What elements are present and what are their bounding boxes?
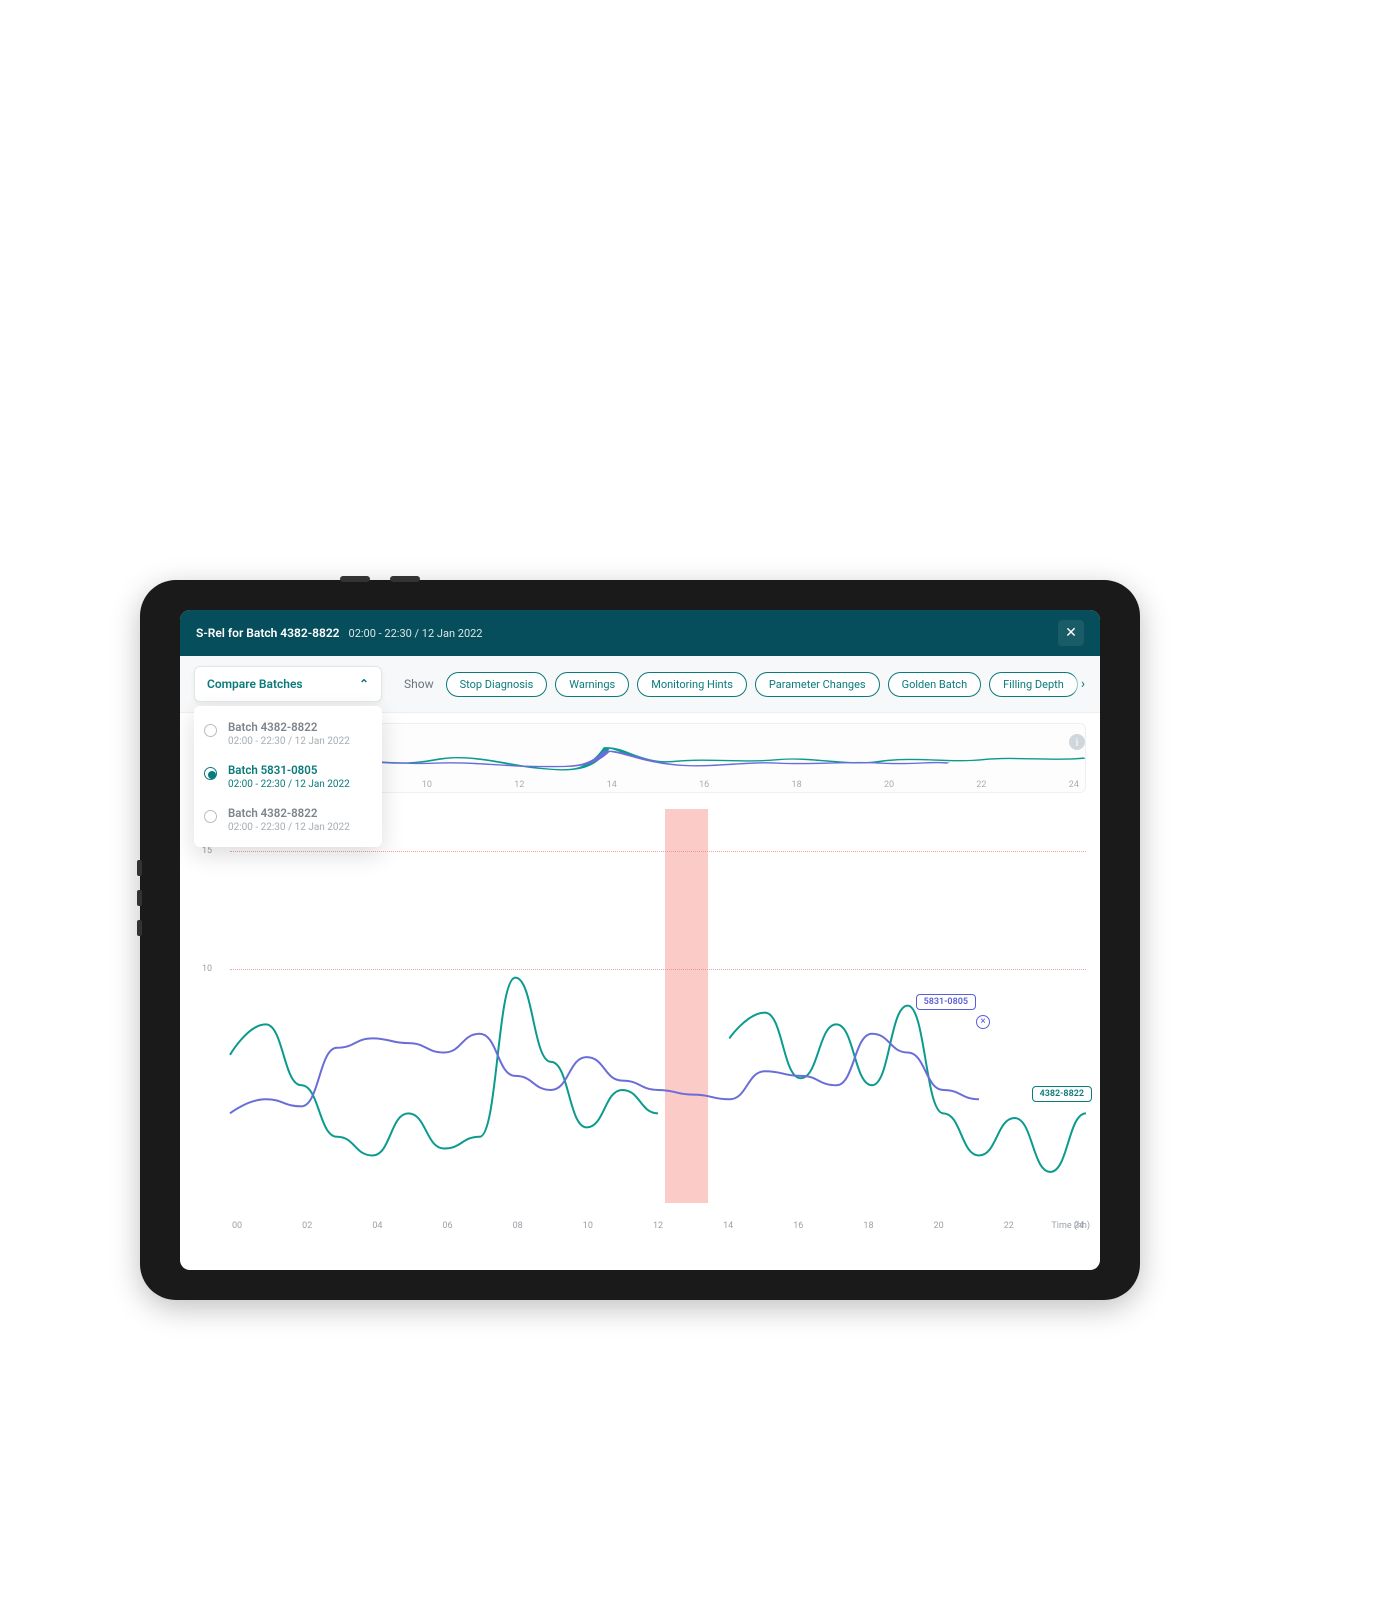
compare-item-label: Batch 4382-8822 xyxy=(228,806,370,820)
radio-icon xyxy=(204,810,217,823)
tick: 12 xyxy=(653,1221,663,1231)
tick: 10 xyxy=(583,1221,593,1231)
show-label: Show xyxy=(404,677,434,691)
chevron-right-icon: › xyxy=(1081,676,1085,692)
tick: 02 xyxy=(302,1221,312,1231)
chip-filling-depth[interactable]: Filling Depth xyxy=(989,672,1078,697)
series-label-teal: 4382-8822 xyxy=(1032,1086,1092,1102)
tick: 20 xyxy=(934,1221,944,1231)
compare-item-sub: 02:00 - 22:30 / 12 Jan 2022 xyxy=(228,779,370,790)
device-side-buttons xyxy=(137,860,142,950)
chip-parameter-changes[interactable]: Parameter Changes xyxy=(755,672,880,697)
close-icon: × xyxy=(980,1016,985,1027)
page-title: S-Rel for Batch 4382-8822 xyxy=(196,626,340,640)
tick: 12 xyxy=(514,780,524,790)
tick: 10 xyxy=(422,780,432,790)
series-label-purple: 5831-0805 xyxy=(916,994,976,1010)
app-header: S-Rel for Batch 4382-8822 02:00 - 22:30 … xyxy=(180,610,1100,656)
tablet-frame: S-Rel for Batch 4382-8822 02:00 - 22:30 … xyxy=(140,580,1140,1300)
compare-batches-dropdown[interactable]: Compare Batches ⌃ Batch 4382-8822 02:00 … xyxy=(194,666,382,702)
compare-item[interactable]: Batch 4382-8822 02:00 - 22:30 / 12 Jan 2… xyxy=(194,712,382,755)
chip-golden-batch[interactable]: Golden Batch xyxy=(888,672,982,697)
y-tick: 10 xyxy=(202,964,212,974)
filter-chips: Stop Diagnosis Warnings Monitoring Hints… xyxy=(446,672,1086,697)
compare-batches-toggle[interactable]: Compare Batches ⌃ xyxy=(194,666,382,702)
page-subtitle: 02:00 - 22:30 / 12 Jan 2022 xyxy=(349,627,483,640)
remove-series-button[interactable]: × xyxy=(976,1015,990,1029)
compare-toggle-label: Compare Batches xyxy=(207,677,303,691)
tick: 24 xyxy=(1074,1221,1084,1231)
main-chart[interactable]: Devi Time (hh) 15 10 4382-8822 5831-0805… xyxy=(230,809,1086,1229)
y-tick: 15 xyxy=(202,846,212,856)
tick: 18 xyxy=(863,1221,873,1231)
compare-item-label: Batch 4382-8822 xyxy=(228,720,370,734)
tick: 14 xyxy=(607,780,617,790)
tick: 04 xyxy=(372,1221,382,1231)
tick: 16 xyxy=(699,780,709,790)
compare-item-sub: 02:00 - 22:30 / 12 Jan 2022 xyxy=(228,822,370,833)
radio-icon xyxy=(204,724,217,737)
tick: 06 xyxy=(442,1221,452,1231)
chevron-up-icon: ⌃ xyxy=(359,677,369,691)
tick: 20 xyxy=(884,780,894,790)
close-icon: ✕ xyxy=(1065,625,1077,641)
tick: 18 xyxy=(792,780,802,790)
compare-item[interactable]: Batch 4382-8822 02:00 - 22:30 / 12 Jan 2… xyxy=(194,798,382,841)
app-screen: S-Rel for Batch 4382-8822 02:00 - 22:30 … xyxy=(180,610,1100,1270)
compare-item-sub: 02:00 - 22:30 / 12 Jan 2022 xyxy=(228,736,370,747)
tick: 22 xyxy=(976,780,986,790)
tick: 24 xyxy=(1069,780,1079,790)
radio-icon xyxy=(204,767,217,780)
tick: 14 xyxy=(723,1221,733,1231)
compare-batches-menu: Batch 4382-8822 02:00 - 22:30 / 12 Jan 2… xyxy=(194,706,382,847)
compare-item[interactable]: Batch 5831-0805 02:00 - 22:30 / 12 Jan 2… xyxy=(194,755,382,798)
chip-monitoring-hints[interactable]: Monitoring Hints xyxy=(637,672,747,697)
chip-warnings[interactable]: Warnings xyxy=(555,672,629,697)
tick: 16 xyxy=(793,1221,803,1231)
tick: 22 xyxy=(1004,1221,1014,1231)
chips-scroll-right[interactable]: › xyxy=(1072,673,1094,695)
close-button[interactable]: ✕ xyxy=(1058,620,1084,646)
chip-stop-diagnosis[interactable]: Stop Diagnosis xyxy=(446,672,548,697)
compare-item-label: Batch 5831-0805 xyxy=(228,763,370,777)
tick: 00 xyxy=(232,1221,242,1231)
main-x-ticks: 00 02 04 06 08 10 12 14 16 18 20 22 24 xyxy=(230,1221,1086,1231)
toolbar: Compare Batches ⌃ Batch 4382-8822 02:00 … xyxy=(180,656,1100,713)
info-icon[interactable]: i xyxy=(1069,734,1085,750)
tick: 08 xyxy=(513,1221,523,1231)
